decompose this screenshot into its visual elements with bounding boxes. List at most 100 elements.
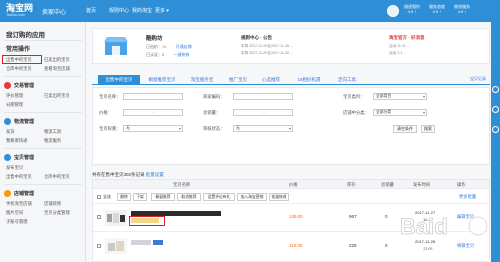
sidebar-item-publish[interactable]: 发布宝贝 <box>6 165 23 171</box>
chat-icon[interactable] <box>492 106 499 113</box>
category-select[interactable]: 全部类目 <box>373 93 427 100</box>
weight-select[interactable]: 无 <box>123 125 183 132</box>
join-marketing-button[interactable]: 加入淘宝营销 <box>237 193 267 201</box>
sidebar-item-installments[interactable]: 分期管理 <box>6 102 23 108</box>
col-stock[interactable]: 库存 <box>347 182 356 188</box>
tab-tools[interactable]: 定向工具 <box>332 75 362 85</box>
price-range-input[interactable]: - <box>123 109 183 116</box>
rules-notice-line[interactable]: 本周 2017-11-20至2017-11-26 ... <box>241 51 293 56</box>
window-recommend-button[interactable]: 橱窗推荐 <box>151 193 175 201</box>
sidebar-item-sub-accounts[interactable]: 子账号管理 <box>6 219 27 225</box>
more-batch-link[interactable]: 更多批量 <box>459 194 476 200</box>
tab-service[interactable]: 淘宝服务宝 <box>184 75 220 85</box>
delete-button[interactable]: 删除 <box>117 193 131 201</box>
sidebar-section-shop[interactable]: 店铺管理 <box>14 190 34 197</box>
sidebar-item-on-sale-2[interactable]: 出售中的宝贝 <box>6 174 32 180</box>
col-name[interactable]: 宝贝名称 <box>173 182 190 188</box>
shop-line-2-value: 8 <box>162 52 165 57</box>
row-checkbox[interactable] <box>97 244 101 248</box>
batch-toolbar: 全选 删除 下架 橱窗推荐 取消推荐 设置评论有礼 加入淘宝营销 批量修改 更多… <box>93 190 489 204</box>
sidebar-item-sold-2[interactable]: 已卖出的宝贝 <box>44 93 70 99</box>
product-title-redacted[interactable] <box>131 240 151 245</box>
product-image[interactable] <box>105 210 127 226</box>
sidebar-item-logistics-service[interactable]: 物流服务 <box>44 138 61 144</box>
score-service: 服务态度 4.9 ↑ <box>429 4 445 14</box>
sidebar-item-decorate[interactable]: 店铺装修 <box>44 201 61 207</box>
audit-select[interactable]: 无 <box>233 125 293 132</box>
sidebar-item-logistics-tools[interactable]: 物流工具 <box>44 129 61 135</box>
sidebar-section-goods[interactable]: 宝贝管理 <box>14 154 34 161</box>
sidebar-item-sold[interactable]: 已卖出的宝贝 <box>44 57 70 63</box>
tab-on-sale[interactable]: 出售中的宝贝 <box>98 75 140 85</box>
tab-select[interactable]: 心选推荐 <box>256 75 286 85</box>
logistics-icon <box>4 118 11 125</box>
rules-notice-line[interactable]: 本周 2017-11-20至2017-11-26 ... <box>241 44 293 49</box>
row-stock[interactable]: 967 <box>349 214 357 219</box>
page-title: 卖家中心 <box>42 10 67 16</box>
product-link[interactable] <box>153 240 163 245</box>
sidebar-item-send-express[interactable]: 我要寄快递 <box>6 138 27 144</box>
score-value: 4.9 ↑ <box>432 9 442 14</box>
unlist-button[interactable]: 下架 <box>133 193 147 201</box>
avatar[interactable] <box>387 5 399 17</box>
col-price[interactable]: 价格 <box>289 182 298 188</box>
nav-rules[interactable]: 规则中心 <box>109 7 132 14</box>
col-date[interactable]: 发布时间 <box>413 182 430 188</box>
svg-text:jingyan.baidu.com: jingyan.baidu.com <box>405 245 463 252</box>
sidebar-item-reviews[interactable]: 评价管理 <box>6 93 23 99</box>
rules-notice-title[interactable]: 规则中心 · 公告 <box>241 35 272 41</box>
sidebar-item-images[interactable]: 图片空间 <box>6 210 23 216</box>
filter-label-price: 价格： <box>99 110 112 115</box>
batch-edit-button[interactable]: 批量修改 <box>269 193 289 201</box>
search-button[interactable]: 搜索 <box>421 125 435 133</box>
cancel-recommend-button[interactable]: 取消推荐 <box>177 193 201 201</box>
clear-filters-button[interactable]: 清空条件 <box>393 125 417 133</box>
nav-home[interactable]: 首页 <box>86 7 109 14</box>
bell-icon[interactable] <box>492 86 499 93</box>
row-price[interactable]: 139.00 <box>289 214 303 219</box>
product-image[interactable] <box>105 238 127 254</box>
tab-window[interactable]: 橱窗推荐宝贝 <box>143 75 181 85</box>
batch-settings-link[interactable]: 批量设置 <box>146 172 164 177</box>
decorate-link[interactable]: 一键装修 <box>173 52 189 57</box>
tab-opportunity[interactable]: 16相好机遇 <box>289 75 329 85</box>
sidebar-section-logistics[interactable]: 物流管理 <box>14 118 34 125</box>
record-count: 共有在售中宝贝302条记录 批量设置 <box>92 172 164 178</box>
merchant-code-input[interactable] <box>233 93 293 100</box>
tab-promote[interactable]: 推广宝贝 <box>223 75 253 85</box>
shop-category-select[interactable]: 全部分类 <box>373 109 427 116</box>
review-gift-button[interactable]: 设置评论有礼 <box>203 193 235 201</box>
row-stock[interactable]: 229 <box>349 243 357 248</box>
sidebar-item-categories[interactable]: 宝贝分类管理 <box>44 210 70 216</box>
promo-notice-title[interactable]: 淘宝官方 · 好消息 <box>389 35 425 41</box>
promo-notice-line[interactable]: 活动 1·1 ... <box>389 51 406 56</box>
divider <box>4 112 82 113</box>
score-logistics: 物流服务 4.9 ↑ <box>454 4 470 14</box>
sidebar-item-warehouse-2[interactable]: 仓库中的宝贝 <box>44 174 70 180</box>
col-sales[interactable]: 总销量 <box>381 182 394 188</box>
select-all-label[interactable]: 全选 <box>103 194 111 200</box>
nav-my-taobao[interactable]: 我的淘宝 <box>132 7 155 14</box>
sidebar-item-warehouse[interactable]: 仓库中的宝贝 <box>6 66 32 72</box>
select-all-checkbox[interactable] <box>97 195 101 199</box>
shop-icon <box>104 37 128 55</box>
promo-notice-line[interactable]: 活动 11·11 ... <box>389 44 410 49</box>
power-icon[interactable] <box>492 126 499 133</box>
table-header: 宝贝名称 价格 库存 总销量 发布时间 操作 <box>93 180 489 189</box>
sidebar-item-ship[interactable]: 发货 <box>6 129 15 135</box>
nav-more[interactable]: 更多 ▾ <box>155 7 175 14</box>
open-shop-link[interactable]: 开通店铺 <box>176 44 192 49</box>
row-price[interactable]: 110.00 <box>289 243 302 248</box>
filter-label-name: 宝贝名称： <box>99 94 121 99</box>
sidebar-title[interactable]: 我订购的应用 <box>6 29 45 39</box>
sales-range-input[interactable]: - <box>233 109 293 116</box>
goods-record-link[interactable]: 宝贝记录 <box>470 76 486 82</box>
sidebar-section-trade[interactable]: 交易管理 <box>14 82 34 89</box>
goods-name-input[interactable] <box>123 93 183 100</box>
shop-line-2: 已认证：8 一键装修 <box>146 52 189 58</box>
sidebar-item-view-shop[interactable]: 查看淘宝店铺 <box>44 66 70 72</box>
sidebar-item-mobile-shop[interactable]: 手机淘宝店铺 <box>6 201 32 207</box>
row-checkbox[interactable] <box>97 215 101 219</box>
taobao-logo[interactable]: 淘宝网 Taobao.com <box>6 3 40 19</box>
shop-card: 酷购坊 已出价：10 开通店铺 已认证：8 一键装修 规则中心 · 公告 本周 … <box>92 28 490 64</box>
